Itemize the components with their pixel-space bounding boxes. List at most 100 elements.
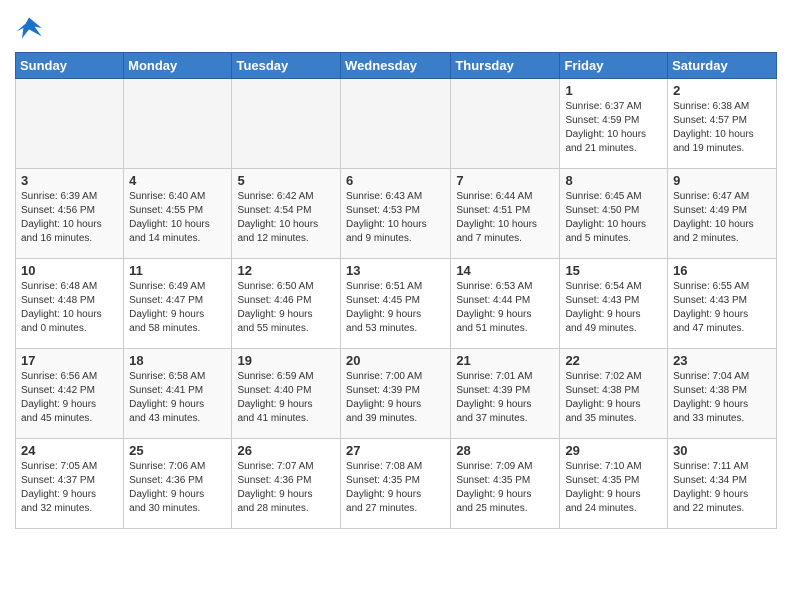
day-info: Sunrise: 7:06 AM Sunset: 4:36 PM Dayligh… <box>129 460 226 516</box>
day-info: Sunrise: 6:40 AM Sunset: 4:55 PM Dayligh… <box>129 190 226 246</box>
day-info: Sunrise: 6:43 AM Sunset: 4:53 PM Dayligh… <box>346 190 445 246</box>
day-number: 30 <box>673 443 771 458</box>
calendar-cell: 11 Sunrise: 6:49 AM Sunset: 4:47 PM Dayli… <box>124 259 232 349</box>
calendar-cell: 19 Sunrise: 6:59 AM Sunset: 4:40 PM Dayli… <box>232 349 341 439</box>
calendar-cell: 24 Sunrise: 7:05 AM Sunset: 4:37 PM Dayli… <box>16 439 124 529</box>
day-info: Sunrise: 7:05 AM Sunset: 4:37 PM Dayligh… <box>21 460 118 516</box>
day-info: Sunrise: 6:59 AM Sunset: 4:40 PM Dayligh… <box>237 370 335 426</box>
day-number: 4 <box>129 173 226 188</box>
calendar-cell: 14Sunrise: 6:53 AM Sunset: 4:44 PM Dayli… <box>451 259 560 349</box>
day-info: Sunrise: 7:01 AM Sunset: 4:39 PM Dayligh… <box>456 370 554 426</box>
calendar-cell <box>232 79 341 169</box>
day-number: 27 <box>346 443 445 458</box>
day-info: Sunrise: 7:11 AM Sunset: 4:34 PM Dayligh… <box>673 460 771 516</box>
day-number: 5 <box>237 173 335 188</box>
day-info: Sunrise: 6:37 AM Sunset: 4:59 PM Dayligh… <box>565 100 662 156</box>
day-info: Sunrise: 6:55 AM Sunset: 4:43 PM Dayligh… <box>673 280 771 336</box>
calendar-cell <box>451 79 560 169</box>
calendar-cell: 17 Sunrise: 6:56 AM Sunset: 4:42 PM Dayli… <box>16 349 124 439</box>
day-number: 10 <box>21 263 118 278</box>
day-number: 14 <box>456 263 554 278</box>
calendar-cell: 18Sunrise: 6:58 AM Sunset: 4:41 PM Dayli… <box>124 349 232 439</box>
day-number: 16 <box>673 263 771 278</box>
calendar-cell: 23Sunrise: 7:04 AM Sunset: 4:38 PM Dayli… <box>668 349 777 439</box>
weekday-header-sunday: Sunday <box>16 53 124 79</box>
page-header <box>15 10 777 42</box>
calendar-cell: 4 Sunrise: 6:40 AM Sunset: 4:55 PM Daylig… <box>124 169 232 259</box>
calendar-cell: 22Sunrise: 7:02 AM Sunset: 4:38 PM Dayli… <box>560 349 668 439</box>
calendar-cell: 6 Sunrise: 6:43 AM Sunset: 4:53 PM Daylig… <box>341 169 451 259</box>
day-info: Sunrise: 7:10 AM Sunset: 4:35 PM Dayligh… <box>565 460 662 516</box>
calendar-cell: 2Sunrise: 6:38 AM Sunset: 4:57 PM Daylig… <box>668 79 777 169</box>
calendar-cell <box>16 79 124 169</box>
calendar-cell <box>341 79 451 169</box>
day-number: 9 <box>673 173 771 188</box>
day-info: Sunrise: 7:07 AM Sunset: 4:36 PM Dayligh… <box>237 460 335 516</box>
day-info: Sunrise: 6:50 AM Sunset: 4:46 PM Dayligh… <box>237 280 335 336</box>
day-info: Sunrise: 6:47 AM Sunset: 4:49 PM Dayligh… <box>673 190 771 246</box>
weekday-header-monday: Monday <box>124 53 232 79</box>
calendar-cell: 21 Sunrise: 7:01 AM Sunset: 4:39 PM Dayli… <box>451 349 560 439</box>
weekday-header-thursday: Thursday <box>451 53 560 79</box>
logo-icon <box>15 14 43 42</box>
day-number: 7 <box>456 173 554 188</box>
calendar-cell: 29 Sunrise: 7:10 AM Sunset: 4:35 PM Dayli… <box>560 439 668 529</box>
day-number: 11 <box>129 263 226 278</box>
day-number: 17 <box>21 353 118 368</box>
weekday-header-wednesday: Wednesday <box>341 53 451 79</box>
day-number: 15 <box>565 263 662 278</box>
day-number: 28 <box>456 443 554 458</box>
day-info: Sunrise: 6:48 AM Sunset: 4:48 PM Dayligh… <box>21 280 118 336</box>
day-number: 13 <box>346 263 445 278</box>
calendar-table: SundayMondayTuesdayWednesdayThursdayFrid… <box>15 52 777 529</box>
day-info: Sunrise: 6:45 AM Sunset: 4:50 PM Dayligh… <box>565 190 662 246</box>
day-info: Sunrise: 6:44 AM Sunset: 4:51 PM Dayligh… <box>456 190 554 246</box>
day-number: 1 <box>565 83 662 98</box>
day-info: Sunrise: 6:56 AM Sunset: 4:42 PM Dayligh… <box>21 370 118 426</box>
calendar-cell: 27 Sunrise: 7:08 AM Sunset: 4:35 PM Dayli… <box>341 439 451 529</box>
day-info: Sunrise: 6:38 AM Sunset: 4:57 PM Dayligh… <box>673 100 771 156</box>
calendar-cell: 15 Sunrise: 6:54 AM Sunset: 4:43 PM Dayli… <box>560 259 668 349</box>
calendar-cell: 5 Sunrise: 6:42 AM Sunset: 4:54 PM Daylig… <box>232 169 341 259</box>
calendar-cell: 3 Sunrise: 6:39 AM Sunset: 4:56 PM Daylig… <box>16 169 124 259</box>
day-info: Sunrise: 7:04 AM Sunset: 4:38 PM Dayligh… <box>673 370 771 426</box>
day-number: 21 <box>456 353 554 368</box>
day-info: Sunrise: 7:09 AM Sunset: 4:35 PM Dayligh… <box>456 460 554 516</box>
calendar-cell: 7 Sunrise: 6:44 AM Sunset: 4:51 PM Daylig… <box>451 169 560 259</box>
day-number: 25 <box>129 443 226 458</box>
day-info: Sunrise: 6:42 AM Sunset: 4:54 PM Dayligh… <box>237 190 335 246</box>
calendar-cell <box>124 79 232 169</box>
calendar-cell: 1 Sunrise: 6:37 AM Sunset: 4:59 PM Daylig… <box>560 79 668 169</box>
day-number: 3 <box>21 173 118 188</box>
calendar-cell: 16 Sunrise: 6:55 AM Sunset: 4:43 PM Dayli… <box>668 259 777 349</box>
day-info: Sunrise: 6:54 AM Sunset: 4:43 PM Dayligh… <box>565 280 662 336</box>
calendar-cell: 26 Sunrise: 7:07 AM Sunset: 4:36 PM Dayli… <box>232 439 341 529</box>
weekday-header-saturday: Saturday <box>668 53 777 79</box>
day-number: 20 <box>346 353 445 368</box>
day-number: 8 <box>565 173 662 188</box>
day-number: 29 <box>565 443 662 458</box>
day-number: 6 <box>346 173 445 188</box>
day-number: 19 <box>237 353 335 368</box>
day-number: 26 <box>237 443 335 458</box>
day-info: Sunrise: 6:58 AM Sunset: 4:41 PM Dayligh… <box>129 370 226 426</box>
calendar-cell: 13 Sunrise: 6:51 AM Sunset: 4:45 PM Dayli… <box>341 259 451 349</box>
calendar-cell: 10 Sunrise: 6:48 AM Sunset: 4:48 PM Dayli… <box>16 259 124 349</box>
calendar-cell: 30 Sunrise: 7:11 AM Sunset: 4:34 PM Dayli… <box>668 439 777 529</box>
calendar-cell: 8 Sunrise: 6:45 AM Sunset: 4:50 PM Daylig… <box>560 169 668 259</box>
day-info: Sunrise: 6:49 AM Sunset: 4:47 PM Dayligh… <box>129 280 226 336</box>
calendar-cell: 20 Sunrise: 7:00 AM Sunset: 4:39 PM Dayli… <box>341 349 451 439</box>
day-info: Sunrise: 6:51 AM Sunset: 4:45 PM Dayligh… <box>346 280 445 336</box>
day-info: Sunrise: 7:08 AM Sunset: 4:35 PM Dayligh… <box>346 460 445 516</box>
day-number: 24 <box>21 443 118 458</box>
day-info: Sunrise: 7:02 AM Sunset: 4:38 PM Dayligh… <box>565 370 662 426</box>
calendar-cell: 9 Sunrise: 6:47 AM Sunset: 4:49 PM Daylig… <box>668 169 777 259</box>
day-info: Sunrise: 7:00 AM Sunset: 4:39 PM Dayligh… <box>346 370 445 426</box>
day-info: Sunrise: 6:39 AM Sunset: 4:56 PM Dayligh… <box>21 190 118 246</box>
logo <box>15 14 47 42</box>
calendar-cell: 28 Sunrise: 7:09 AM Sunset: 4:35 PM Dayli… <box>451 439 560 529</box>
day-number: 12 <box>237 263 335 278</box>
weekday-header-tuesday: Tuesday <box>232 53 341 79</box>
calendar-cell: 25 Sunrise: 7:06 AM Sunset: 4:36 PM Dayli… <box>124 439 232 529</box>
calendar-cell: 12 Sunrise: 6:50 AM Sunset: 4:46 PM Dayli… <box>232 259 341 349</box>
